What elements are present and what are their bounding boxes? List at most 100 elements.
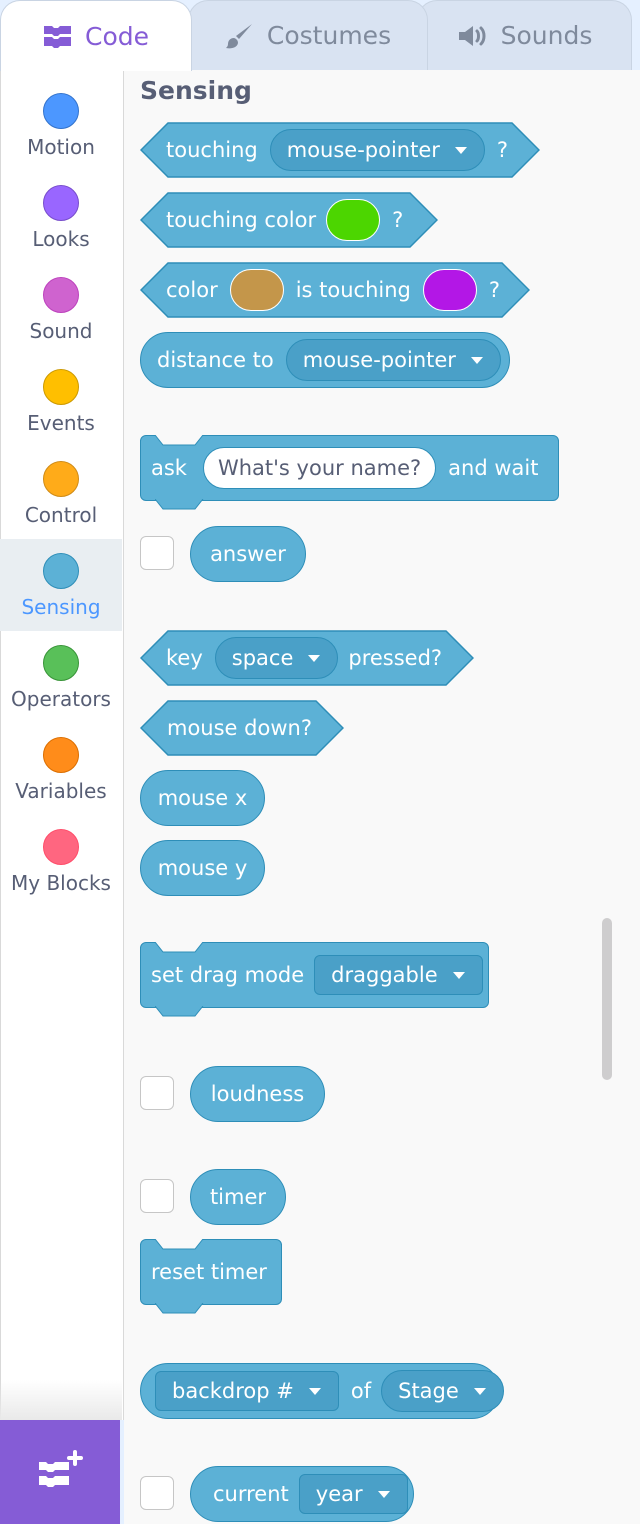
timer-block[interactable]: timer [190, 1169, 286, 1225]
category-item-operators[interactable]: Operators [0, 631, 122, 723]
tab-costumes[interactable]: Costumes [188, 0, 428, 70]
timer-label: timer [209, 1185, 267, 1209]
category-item-variables[interactable]: Variables [0, 723, 122, 815]
reset-timer-block[interactable]: reset timer [140, 1239, 282, 1314]
category-label: Control [24, 503, 98, 527]
palette-scrollbar[interactable] [602, 918, 612, 1080]
current-menu[interactable]: year [298, 1474, 408, 1514]
answer-checkbox[interactable] [140, 536, 174, 570]
backdrop-of-block[interactable]: backdrop # of Stage [140, 1363, 504, 1419]
category-color-dot [43, 553, 79, 589]
category-item-looks[interactable]: Looks [0, 171, 122, 263]
mouse-x-label: mouse x [157, 786, 248, 810]
category-color-dot [43, 645, 79, 681]
backdrop-property-menu[interactable]: backdrop # [155, 1371, 339, 1411]
category-color-dot [43, 277, 79, 313]
tab-code[interactable]: Code [0, 0, 192, 71]
add-extension-button[interactable] [0, 1420, 120, 1524]
tab-sounds[interactable]: Sounds [417, 0, 632, 70]
answer-block[interactable]: answer [190, 526, 306, 582]
answer-label: answer [210, 542, 286, 566]
touching-color-question: ? [392, 208, 404, 232]
category-label: Variables [15, 779, 107, 803]
category-color-dot [43, 829, 79, 865]
palette-heading: Sensing [140, 76, 252, 105]
ask-and-wait-block[interactable]: ask What's your name? and wait [140, 435, 559, 510]
tab-costumes-label: Costumes [266, 21, 392, 50]
backdrop-target-value: Stage [398, 1379, 459, 1403]
add-extension-icon [37, 1450, 83, 1494]
distance-to-menu[interactable]: mouse-pointer [285, 339, 501, 381]
drag-mode-menu[interactable]: draggable [314, 955, 483, 995]
category-label: Operators [11, 687, 111, 711]
key-label: key [166, 646, 203, 670]
key-menu-value: space [231, 646, 294, 670]
touching-block[interactable]: touching mouse-pointer ? [140, 122, 540, 178]
brush-icon [225, 21, 255, 51]
touching-menu[interactable]: mouse-pointer [269, 129, 485, 171]
category-item-control[interactable]: Control [0, 447, 122, 539]
category-label: Sound [29, 319, 93, 343]
category-color-dot [43, 93, 79, 129]
dropdown-arrow-icon [470, 356, 484, 365]
category-label: Sensing [21, 595, 101, 619]
touching-question: ? [496, 138, 509, 162]
category-menu-fade [0, 1380, 122, 1420]
tab-sounds-label: Sounds [500, 21, 593, 50]
ask-text-input[interactable]: What's your name? [202, 447, 437, 489]
touching-menu-value: mouse-pointer [286, 138, 440, 162]
mouse-y-block[interactable]: mouse y [140, 840, 265, 896]
touching-label: touching [166, 138, 258, 162]
category-color-dot [43, 185, 79, 221]
mouse-down-block[interactable]: mouse down? [140, 700, 344, 756]
of-label: of [350, 1379, 372, 1403]
dropdown-arrow-icon [473, 1387, 487, 1396]
editor-tabs: Sounds Costumes Code [0, 0, 640, 71]
and-wait-label: and wait [448, 456, 539, 480]
category-item-motion[interactable]: Motion [0, 79, 122, 171]
set-drag-mode-block[interactable]: set drag mode draggable [140, 942, 489, 1017]
mouse-x-block[interactable]: mouse x [140, 770, 265, 826]
mouse-down-label: mouse down? [167, 716, 312, 740]
category-label: My Blocks [11, 871, 111, 895]
key-pressed-block[interactable]: key space pressed? [140, 630, 474, 686]
current-label: current [213, 1482, 289, 1506]
block-notch [155, 942, 204, 953]
touching-color-swatch[interactable] [326, 199, 381, 241]
color-swatch-2[interactable] [422, 269, 477, 311]
dropdown-arrow-icon [308, 1387, 322, 1396]
color-label: color [166, 278, 218, 302]
current-menu-value: year [315, 1482, 363, 1506]
touching-color-label: touching color [166, 208, 317, 232]
tab-code-label: Code [84, 21, 149, 51]
distance-to-label: distance to [157, 348, 274, 372]
touching-color-block[interactable]: touching color ? [140, 192, 438, 248]
loudness-label: loudness [210, 1082, 305, 1106]
current-checkbox[interactable] [140, 1476, 174, 1510]
block-notch [155, 435, 204, 446]
category-item-events[interactable]: Events [0, 355, 122, 447]
category-color-dot [43, 461, 79, 497]
block-tab [155, 1303, 204, 1314]
loudness-block[interactable]: loudness [190, 1066, 325, 1122]
timer-checkbox[interactable] [140, 1179, 174, 1213]
dropdown-arrow-icon [377, 1490, 391, 1499]
backdrop-target-menu[interactable]: Stage [381, 1370, 504, 1412]
color-swatch-1[interactable] [229, 269, 284, 311]
category-item-sound[interactable]: Sound [0, 263, 122, 355]
distance-menu-value: mouse-pointer [302, 348, 456, 372]
set-drag-mode-label: set drag mode [151, 963, 305, 987]
current-block[interactable]: current year [190, 1466, 414, 1522]
category-item-sensing[interactable]: Sensing [0, 539, 122, 631]
drag-mode-value: draggable [331, 963, 438, 987]
distance-to-block[interactable]: distance to mouse-pointer [140, 332, 510, 388]
ask-label: ask [151, 456, 187, 480]
is-touching-label: is touching [295, 278, 411, 302]
color-touching-color-block[interactable]: color is touching ? [140, 262, 530, 318]
key-menu[interactable]: space [214, 637, 339, 679]
color-touching-question: ? [488, 278, 501, 302]
category-item-my-blocks[interactable]: My Blocks [0, 815, 122, 907]
dropdown-arrow-icon [452, 971, 466, 980]
reset-timer-label: reset timer [151, 1260, 267, 1284]
loudness-checkbox[interactable] [140, 1076, 174, 1110]
